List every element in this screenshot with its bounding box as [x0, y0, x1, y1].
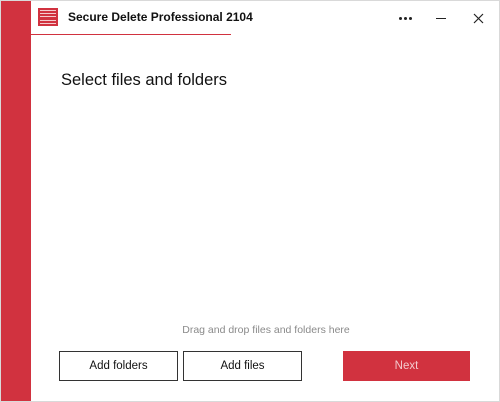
minimize-button[interactable]	[427, 5, 455, 31]
app-window: Secure Delete Professional 2104 Select f…	[0, 0, 500, 402]
close-button[interactable]	[464, 5, 492, 31]
title-bar: Secure Delete Professional 2104	[31, 1, 499, 35]
next-button[interactable]: Next	[343, 351, 470, 381]
page-title: Select files and folders	[61, 71, 228, 89]
add-folders-button[interactable]: Add folders	[59, 351, 178, 381]
more-dots-icon	[398, 16, 412, 20]
title-underline	[31, 34, 231, 35]
accent-sidebar	[1, 1, 31, 401]
app-title: Secure Delete Professional 2104	[68, 10, 253, 24]
drop-zone-hint: Drag and drop files and folders here	[182, 324, 350, 336]
close-icon	[473, 13, 483, 23]
app-logo-icon	[38, 8, 58, 26]
add-files-button[interactable]: Add files	[183, 351, 302, 381]
more-options-button[interactable]	[391, 5, 419, 31]
minimize-icon	[436, 17, 446, 19]
